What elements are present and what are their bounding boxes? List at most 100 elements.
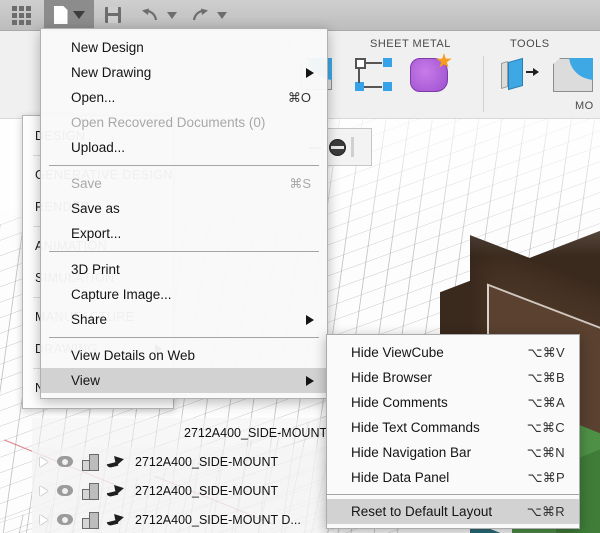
menu-item-view[interactable]: View (41, 368, 327, 393)
menu-item-reset-to-default-layout[interactable]: Reset to Default Layout ⌥⌘R (327, 499, 579, 524)
sheet-metal-flange-icon[interactable] (355, 58, 395, 92)
browser-item-name: 2712A400_SIDE-MOUNT D... (135, 512, 301, 527)
menu-item-save-as[interactable]: Save as (41, 196, 327, 221)
menu-item-label: View Details on Web (71, 348, 196, 363)
menu-item-hide-navigation-bar[interactable]: Hide Navigation Bar ⌥⌘N (327, 440, 579, 465)
save-button[interactable] (98, 0, 128, 30)
menu-item-hide-data-panel[interactable]: Hide Data Panel ⌥⌘P (327, 465, 579, 490)
handle-grip (351, 137, 354, 157)
menu-item-hide-comments[interactable]: Hide Comments ⌥⌘A (327, 390, 579, 415)
menu-item-new-drawing[interactable]: New Drawing (41, 60, 327, 85)
menu-item-shortcut: ⌥⌘V (527, 345, 565, 360)
menu-item-label: Capture Image... (71, 287, 172, 302)
browser-item-name: 2712A400_SIDE-MOUNT (135, 454, 279, 469)
menu-divider (49, 337, 319, 338)
menu-item-upload[interactable]: Upload... (41, 135, 327, 160)
ribbon-divider (483, 56, 484, 112)
undo-button[interactable] (138, 0, 162, 30)
save-icon (105, 7, 121, 23)
ribbon-tab-sheet-metal[interactable]: SHEET METAL (370, 38, 451, 50)
menu-item-label: New Design (71, 40, 144, 55)
menu-item-shortcut: ⌘O (287, 90, 311, 105)
menu-item-label: View (71, 373, 101, 388)
table-row[interactable]: 2712A400_SIDE-MOUNT D... (32, 505, 328, 533)
menu-item-hide-viewcube[interactable]: Hide ViewCube ⌥⌘V (327, 340, 579, 365)
menu-item-label: New Drawing (71, 65, 152, 80)
app-grid-icon[interactable] (6, 0, 36, 30)
redo-arrow-icon (192, 8, 208, 21)
expand-triangle-icon[interactable] (40, 515, 48, 525)
menu-item-shortcut: ⌥⌘C (526, 420, 565, 435)
submenu-arrow-icon (306, 375, 314, 386)
eye-icon[interactable] (57, 456, 73, 467)
menu-item-shortcut: ⌥⌘A (527, 395, 565, 410)
expand-triangle-icon[interactable] (40, 486, 48, 496)
menu-item-label: Hide Text Commands (351, 420, 480, 435)
undo-dropdown-button[interactable] (162, 0, 182, 30)
menu-item-label: Save as (71, 201, 120, 216)
menu-item-label: Save (71, 176, 102, 191)
menu-item-label: Open... (71, 90, 116, 105)
browser-item-name: 2712A400_SIDE-MOUNT (184, 425, 328, 440)
submenu-arrow-icon (306, 67, 314, 78)
browser-panel: 2712A400_SIDE-MOUNT 2712A400_SIDE-MOUNT … (32, 418, 328, 533)
submenu-arrow-icon (306, 314, 314, 325)
menu-item-label: Export... (71, 226, 122, 241)
menu-item-new-design[interactable]: New Design (41, 35, 327, 60)
extrude-icon[interactable] (500, 57, 539, 92)
menu-item-open-recovered-documents: Open Recovered Documents (0) (41, 110, 327, 135)
share-arrow-icon[interactable] (107, 455, 124, 468)
menu-item-shortcut: ⌘S (289, 176, 311, 191)
menu-item-label: Hide Browser (351, 370, 433, 385)
file-dropdown-menu[interactable]: New Design New Drawing Open... ⌘O Open R… (40, 28, 328, 399)
fillet-icon[interactable] (553, 58, 593, 92)
top-toolbar (0, 0, 600, 31)
menu-item-label: Upload... (71, 140, 126, 155)
component-icon (82, 482, 99, 500)
menu-item-save: Save ⌘S (41, 171, 327, 196)
menu-item-open[interactable]: Open... ⌘O (41, 85, 327, 110)
menu-divider (327, 494, 579, 495)
menu-item-shortcut: ⌥⌘N (526, 445, 565, 460)
redo-button[interactable] (188, 0, 212, 30)
undo-arrow-icon (142, 8, 158, 21)
eye-icon[interactable] (57, 514, 73, 525)
share-arrow-icon[interactable] (107, 513, 124, 526)
menu-divider (49, 251, 319, 252)
table-row[interactable]: 2712A400_SIDE-MOUNT (32, 447, 328, 476)
chevron-down-icon (72, 11, 85, 19)
component-icon (82, 453, 99, 471)
menu-item-shortcut: ⌥⌘R (526, 504, 565, 519)
menu-item-3d-print[interactable]: 3D Print (41, 257, 327, 282)
eye-icon[interactable] (57, 485, 73, 496)
browser-item-name: 2712A400_SIDE-MOUNT (135, 483, 279, 498)
menu-item-capture-image[interactable]: Capture Image... (41, 282, 327, 307)
menu-item-shortcut: ⌥⌘P (527, 470, 565, 485)
view-submenu[interactable]: Hide ViewCube ⌥⌘V Hide Browser ⌥⌘B Hide … (326, 334, 580, 529)
table-row[interactable]: 2712A400_SIDE-MOUNT (32, 476, 328, 505)
fusion-window: SOLID SURFACE SHEET METAL TOOLS (0, 0, 600, 533)
file-menu-button[interactable] (44, 0, 94, 30)
expand-triangle-icon[interactable] (40, 457, 48, 467)
menu-item-hide-text-commands[interactable]: Hide Text Commands ⌥⌘C (327, 415, 579, 440)
component-icon (82, 511, 99, 529)
sheet-metal-unfold-icon[interactable] (410, 58, 448, 92)
redo-dropdown-button[interactable] (212, 0, 232, 30)
share-arrow-icon[interactable] (107, 484, 124, 497)
chevron-down-icon (217, 11, 227, 19)
panel-collapse-handle[interactable] (309, 128, 372, 166)
ribbon-tab-tools[interactable]: TOOLS (510, 38, 550, 50)
table-row[interactable]: 2712A400_SIDE-MOUNT (32, 418, 328, 447)
ribbon-group-label: MO (575, 100, 594, 112)
menu-item-label: Hide Comments (351, 395, 448, 410)
menu-item-hide-browser[interactable]: Hide Browser ⌥⌘B (327, 365, 579, 390)
menu-item-label: Open Recovered Documents (0) (71, 115, 266, 130)
menu-item-view-details-on-web[interactable]: View Details on Web (41, 343, 327, 368)
chevron-down-icon (167, 11, 177, 19)
menu-item-share[interactable]: Share (41, 307, 327, 332)
menu-item-label: Hide ViewCube (351, 345, 444, 360)
menu-item-label: Reset to Default Layout (351, 504, 493, 519)
menu-item-export[interactable]: Export... (41, 221, 327, 246)
menu-item-label: Share (71, 312, 108, 327)
menu-item-label: Hide Data Panel (351, 470, 450, 485)
